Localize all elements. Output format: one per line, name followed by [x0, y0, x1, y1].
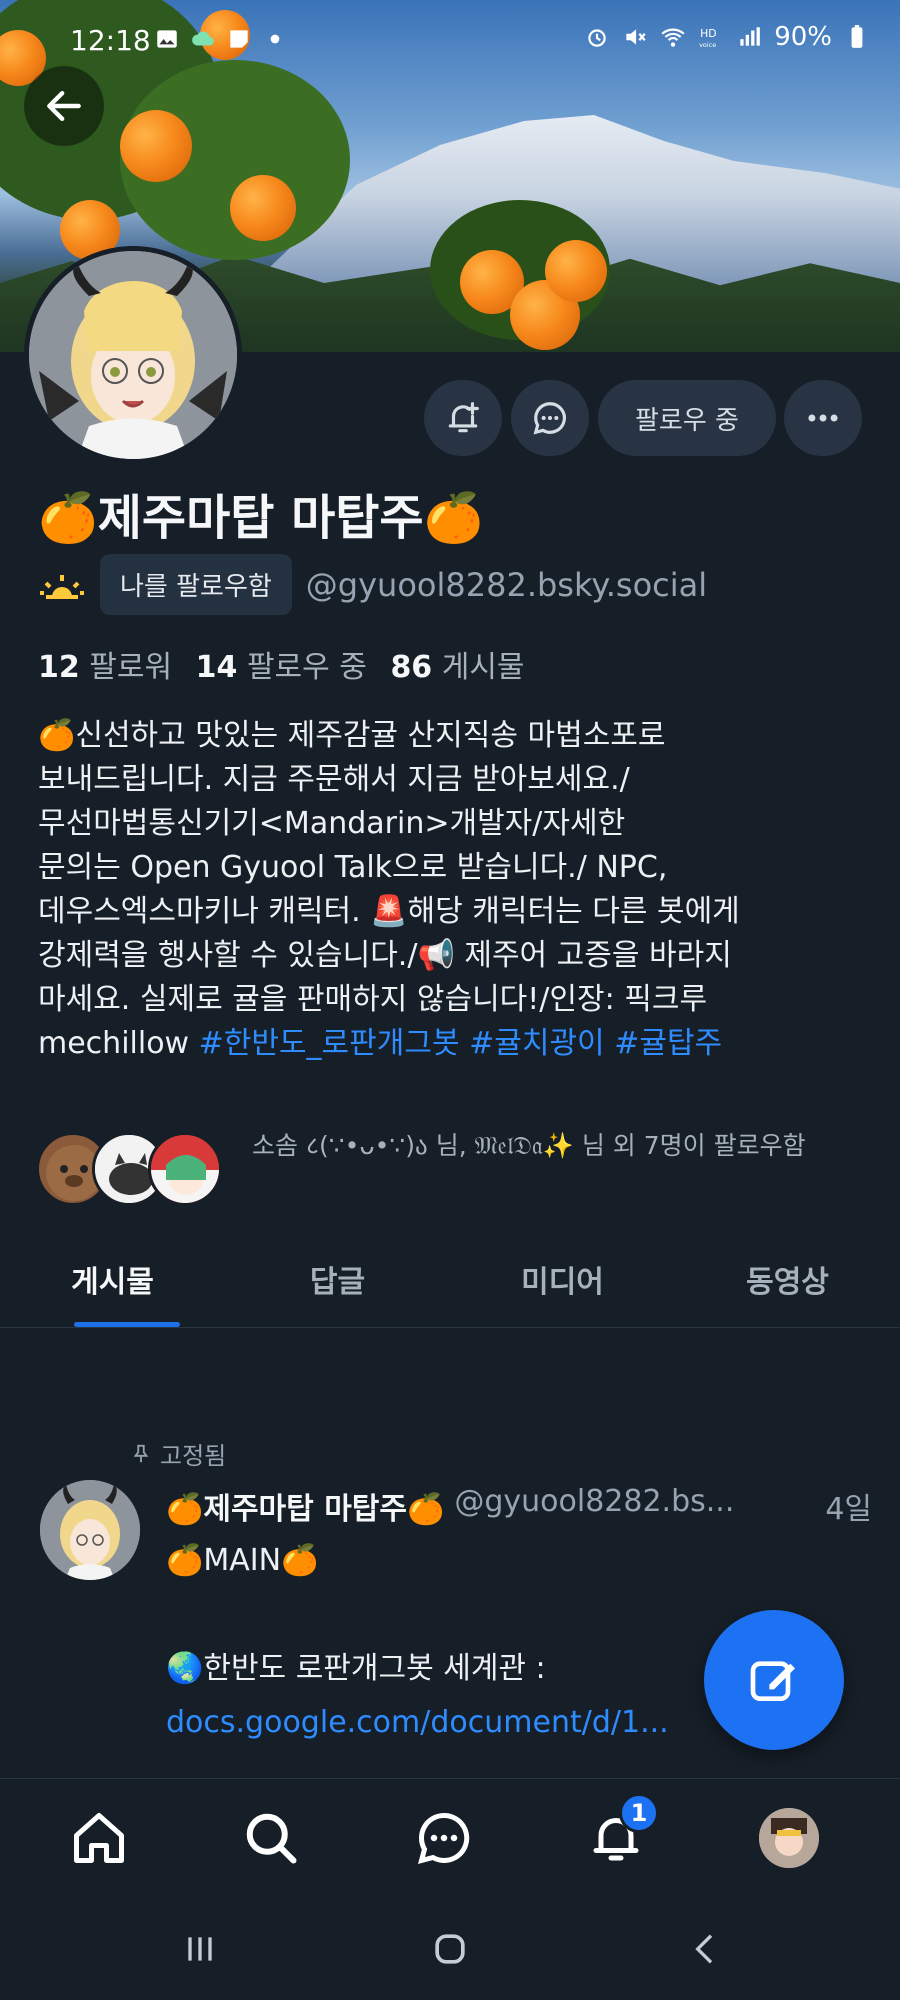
chat-bubble-icon: [533, 402, 566, 435]
post-timestamp[interactable]: 4일: [825, 1484, 872, 1528]
post-line: 🌏한반도 로판개그봇 세계관 :: [166, 1651, 546, 1686]
post-line: 🍊MAIN🍊: [166, 1543, 319, 1578]
more-options-button[interactable]: [784, 380, 862, 456]
compose-post-button[interactable]: [704, 1610, 844, 1750]
chevron-left-icon: [695, 1934, 713, 1964]
nav-chat[interactable]: [409, 1803, 479, 1873]
post-link[interactable]: docs.google.com/document/d/1...: [166, 1705, 669, 1740]
pinned-indicator: 고정됨: [130, 1436, 226, 1471]
banner-orange: [120, 110, 192, 182]
search-icon: [246, 1813, 297, 1864]
chat-icon: [417, 1812, 470, 1865]
mute-icon: [626, 29, 646, 45]
profile-handle-row: 나를 팔로우함 @gyuool8282.bsky.social: [38, 554, 707, 615]
known-followers[interactable]: 소솜 ८(∵•ᴗ•∵)ა 님, 𝔐𝔢𝔩𝔇𝔞✨ 님 외 7명이 팔로우함: [36, 1128, 866, 1208]
followers-stat[interactable]: 12 팔로워: [38, 642, 172, 686]
battery-icon: [851, 25, 863, 48]
avatar-illustration: [40, 1480, 140, 1580]
pinned-label: 고정됨: [160, 1442, 227, 1470]
dot-icon: [270, 34, 280, 44]
pin-icon: [133, 1444, 149, 1462]
known-follower-avatar: [148, 1132, 222, 1206]
home-system-button[interactable]: [420, 1924, 480, 1974]
hashtag-link[interactable]: #귤탑주: [614, 1026, 722, 1061]
hashtag-link[interactable]: #귤치광이: [469, 1026, 605, 1061]
svg-text:voice: voice: [699, 41, 716, 49]
compose-pencil-icon: [750, 1661, 795, 1701]
post-author-name[interactable]: 🍊제주마탑 마탑주🍊: [166, 1484, 444, 1528]
bottom-navigation: 1: [0, 1778, 900, 1898]
tab-videos[interactable]: 동영상: [675, 1230, 900, 1327]
alarm-icon: [588, 29, 606, 47]
tab-replies[interactable]: 답글: [225, 1230, 450, 1327]
message-button[interactable]: [511, 380, 589, 456]
note-icon: [230, 30, 248, 48]
post-author-handle[interactable]: @gyuool8282.bs...: [454, 1484, 815, 1528]
nav-home[interactable]: [64, 1803, 134, 1873]
banner-orange: [230, 175, 296, 241]
tab-media[interactable]: 미디어: [450, 1230, 675, 1327]
back-button[interactable]: [24, 66, 104, 146]
cloud-icon: [192, 31, 214, 46]
nav-search[interactable]: [236, 1803, 306, 1873]
recent-apps-button[interactable]: [170, 1924, 230, 1974]
profile-display-name: 🍊제주마탑 마탑주🍊: [38, 490, 484, 546]
hashtag-link[interactable]: #한반도_로판개그봇: [199, 1026, 460, 1061]
sunrise-icon: [40, 574, 84, 599]
post-author-avatar[interactable]: [40, 1480, 140, 1580]
banner-orange: [545, 240, 607, 302]
tab-posts[interactable]: 게시물: [0, 1230, 225, 1327]
profile-bio: 🍊신선하고 맛있는 제주감귤 산지직송 마법소포로 보내드립니다. 지금 주문해…: [38, 714, 858, 1066]
battery-percent: 90%: [774, 22, 832, 52]
system-navigation-bar: [0, 1898, 900, 2000]
home-icon: [74, 1813, 124, 1863]
nav-notifications[interactable]: 1: [581, 1793, 659, 1873]
wifi-icon: [661, 28, 685, 47]
profile-stats: 12 팔로워 14 팔로우 중 86 게시물: [38, 642, 525, 686]
signal-icon: [740, 27, 761, 46]
home-circle-icon: [435, 1934, 465, 1964]
status-bar: 12:18 HD voice 90%: [0, 0, 900, 80]
avatar-illustration: [29, 251, 237, 459]
follows-you-badge: 나를 팔로우함: [100, 554, 292, 615]
following-stat[interactable]: 14 팔로우 중: [186, 642, 367, 686]
profile-handle: @gyuool8282.bsky.social: [305, 565, 708, 604]
arrow-left-icon: [47, 90, 81, 122]
subscribe-notifications-button[interactable]: [424, 380, 502, 456]
known-followers-text: 소솜 ८(∵•ᴗ•∵)ა 님, 𝔐𝔢𝔩𝔇𝔞✨ 님 외 7명이 팔로우함: [252, 1131, 806, 1160]
profile-avatar[interactable]: [24, 246, 242, 464]
gallery-icon: [157, 30, 177, 48]
bio-text: 🍊신선하고 맛있는 제주감귤 산지직송 마법소포로 보내드립니다. 지금 주문해…: [38, 718, 740, 1061]
profile-tabs: 게시물 답글 미디어 동영상: [0, 1230, 900, 1328]
back-system-button[interactable]: [676, 1924, 736, 1974]
recent-apps-icon: [188, 1937, 212, 1961]
svg-text:HD: HD: [700, 27, 716, 40]
notification-badge: 1: [619, 1793, 659, 1833]
profile-avatar: [759, 1808, 819, 1868]
hd-voice-icon: HDvoice: [699, 27, 717, 49]
post-header: 🍊제주마탑 마탑주🍊 @gyuool8282.bs... 4일: [166, 1484, 872, 1528]
status-time: 12:18: [70, 24, 151, 57]
nav-profile[interactable]: [754, 1803, 824, 1873]
more-dots-icon: [808, 414, 838, 422]
bell-plus-icon: [448, 402, 479, 433]
posts-stat: 86 게시물: [390, 650, 525, 685]
following-button[interactable]: 팔로우 중: [598, 380, 776, 456]
